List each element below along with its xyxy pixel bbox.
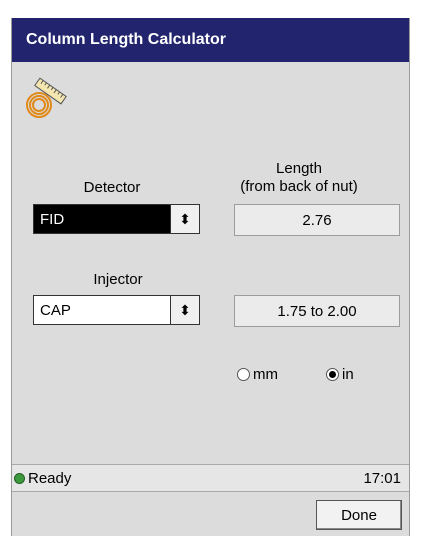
done-button-label: Done (341, 506, 377, 524)
detector-select[interactable]: FID ⬍ (33, 204, 200, 234)
detector-value: FID (34, 205, 170, 233)
unit-label-mm: mm (253, 366, 278, 383)
app-window: Column Length Calculator Length (from ba… (11, 18, 410, 536)
unit-radio-mm[interactable]: mm (237, 366, 278, 383)
updown-arrows-icon[interactable]: ⬍ (170, 296, 199, 324)
window-title: Column Length Calculator (26, 31, 226, 48)
status-bar: Ready 17:01 (12, 464, 409, 492)
injector-select[interactable]: CAP ⬍ (33, 295, 200, 325)
detector-length-field: 2.76 (234, 204, 400, 236)
coiled-column-ruler-icon (26, 77, 67, 118)
injector-length-field: 1.75 to 2.00 (234, 295, 400, 327)
length-sublabel: (from back of nut) (240, 178, 358, 195)
injector-value: CAP (40, 301, 71, 319)
status-time: 17:01 (363, 469, 401, 487)
injector-label: Injector (93, 271, 143, 288)
unit-radio-in[interactable]: in (326, 366, 354, 383)
detector-length-value: 2.76 (302, 211, 332, 229)
status-indicator-icon (14, 472, 25, 484)
detector-label: Detector (83, 179, 141, 196)
radio-checked-icon[interactable] (326, 368, 339, 381)
updown-arrows-icon[interactable]: ⬍ (170, 205, 199, 233)
unit-label-in: in (342, 366, 354, 383)
injector-length-value: 1.75 to 2.00 (277, 302, 357, 320)
length-label: Length (276, 160, 322, 177)
status-text: Ready (28, 469, 72, 487)
title-bar: Column Length Calculator (12, 18, 409, 62)
radio-unchecked-icon[interactable] (237, 368, 250, 381)
length-header: Length (from back of nut) (224, 160, 374, 196)
done-button[interactable]: Done (316, 500, 402, 530)
